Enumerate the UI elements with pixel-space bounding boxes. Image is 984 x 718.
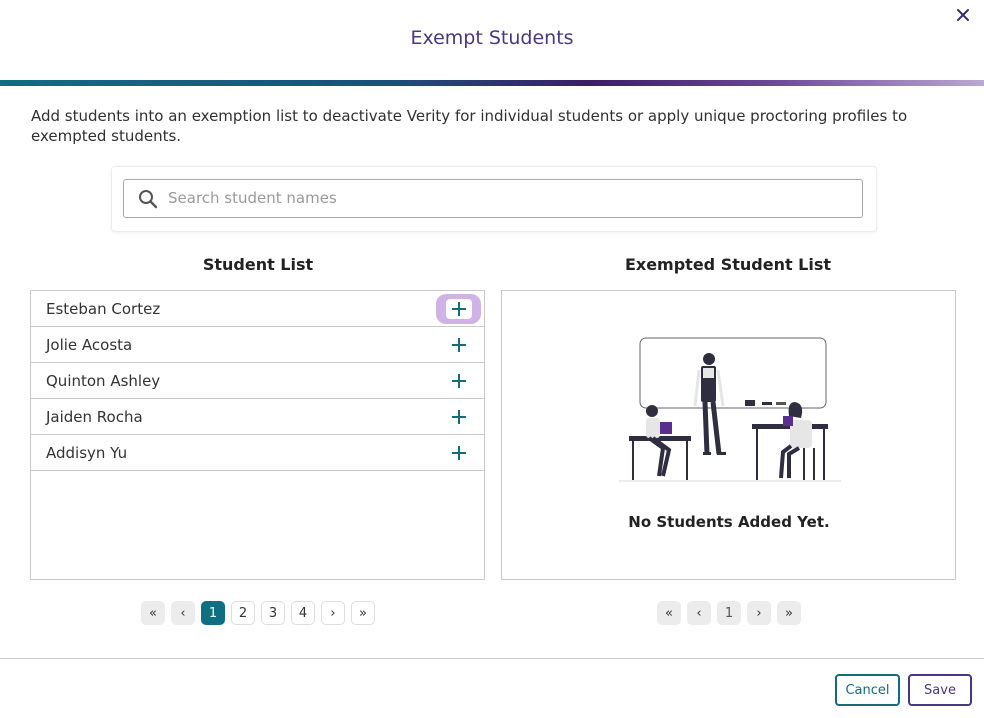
plus-icon [451,374,466,388]
last-page-button[interactable]: » [777,601,801,625]
student-name: Esteban Cortez [46,300,161,318]
add-student-button[interactable] [436,438,481,468]
dialog-title: Exempt Students [410,27,574,49]
plus-icon [451,446,466,460]
plus-icon [451,410,466,424]
close-button[interactable] [950,5,976,25]
cancel-button[interactable]: Cancel [835,674,900,706]
page-1-button[interactable]: 1 [201,601,225,625]
close-icon [957,9,969,21]
student-row: Quinton Ashley [31,363,484,399]
prev-page-button[interactable]: ‹ [171,601,195,625]
student-name: Jolie Acosta [46,336,133,354]
first-page-button[interactable]: « [141,601,165,625]
student-name: Quinton Ashley [46,372,161,390]
student-row: Jolie Acosta [31,327,484,363]
student-row: Esteban Cortez [31,291,484,327]
exempted-list-pagination: « ‹ 1 › » [657,601,801,625]
student-list-pagination: « ‹ 1 2 3 4 › » [141,601,375,625]
page-2-button[interactable]: 2 [231,601,255,625]
plus-icon [451,302,466,316]
page-1-button[interactable]: 1 [717,601,741,625]
exempted-list-title: Exempted Student List [624,255,832,274]
header-divider [0,80,984,86]
next-page-button[interactable]: › [321,601,345,625]
student-list-title: Student List [202,255,314,274]
page-3-button[interactable]: 3 [261,601,285,625]
add-student-button[interactable] [436,294,481,324]
add-student-button[interactable] [436,330,481,360]
dialog-description: Add students into an exemption list to d… [31,107,908,145]
last-page-button[interactable]: » [351,601,375,625]
prev-page-button[interactable]: ‹ [687,601,711,625]
page-4-button[interactable]: 4 [291,601,315,625]
search-input[interactable] [168,180,848,215]
student-row: Jaiden Rocha [31,399,484,435]
student-row: Addisyn Yu [31,435,484,471]
first-page-button[interactable]: « [657,601,681,625]
add-student-button[interactable] [436,366,481,396]
search-card [111,166,877,232]
save-button[interactable]: Save [908,674,972,706]
classroom-illustration [619,337,841,482]
search-icon [139,190,158,209]
search-field[interactable] [123,179,863,218]
student-name: Addisyn Yu [46,444,128,462]
exempted-list: No Students Added Yet. [501,290,956,580]
plus-icon [451,338,466,352]
student-name: Jaiden Rocha [46,408,143,426]
empty-state-message: No Students Added Yet. [628,513,830,531]
add-student-button[interactable] [436,402,481,432]
next-page-button[interactable]: › [747,601,771,625]
student-list: Esteban Cortez Jolie Acosta Quinton Ashl… [30,290,485,580]
footer-divider [0,658,984,659]
